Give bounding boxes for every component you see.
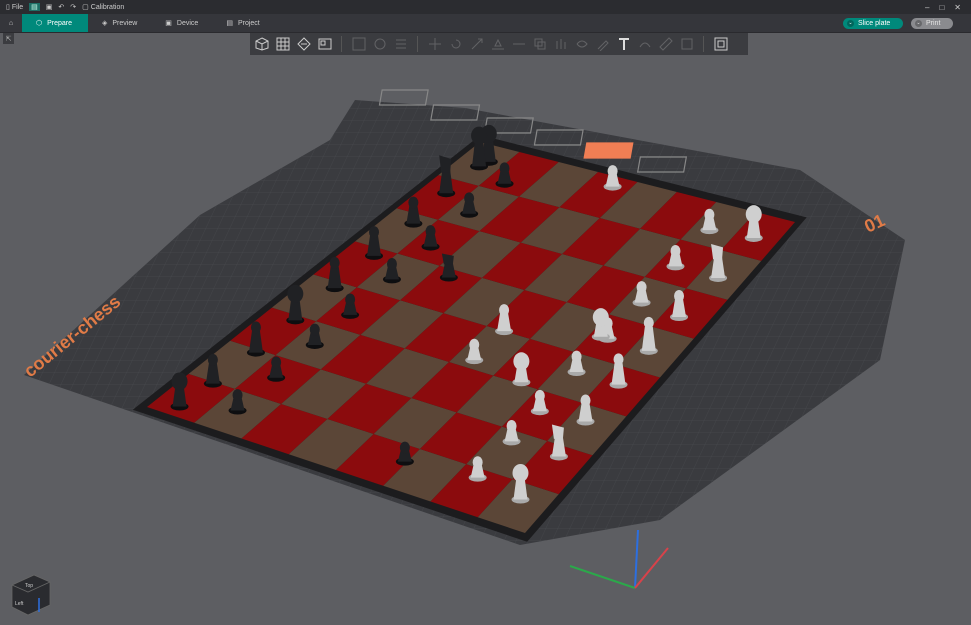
add-object-button[interactable] [252, 35, 271, 54]
support-icon [556, 39, 565, 49]
tab-device[interactable]: ▣ Device [151, 14, 212, 32]
save-icon[interactable]: ▣ [46, 3, 53, 11]
add-plate-button[interactable] [273, 35, 292, 54]
arrange-icon [318, 38, 331, 50]
measure-button[interactable] [656, 35, 675, 54]
split-icon [352, 37, 365, 51]
scale-button[interactable] [467, 35, 486, 54]
nav-cube-top-label: Top [25, 583, 33, 589]
axis-gizmo [569, 529, 669, 589]
tab-project-label: Project [237, 19, 260, 27]
mesh-boolean-button[interactable] [530, 35, 549, 54]
boolean-icon [534, 38, 545, 50]
calibration-icon: ▢ [82, 4, 89, 11]
assembly-view-button[interactable] [711, 35, 730, 54]
svg-icon [639, 42, 650, 48]
cube-add-icon [255, 37, 268, 51]
ruler-icon [658, 37, 673, 51]
home-button[interactable]: ⌂ [0, 14, 22, 32]
cut-icon [512, 43, 525, 45]
print-label: Print [926, 19, 941, 27]
color-paint-button[interactable] [593, 35, 612, 54]
move-button[interactable] [425, 35, 444, 54]
svg-button[interactable] [635, 35, 654, 54]
tab-prepare-label: Prepare [47, 19, 73, 27]
redo-icon[interactable]: ↷ [70, 3, 76, 11]
split-parts-button[interactable] [370, 35, 389, 54]
cube-icon: ⬡ [36, 20, 43, 27]
navigation-cube[interactable]: Top Left [11, 574, 51, 616]
tab-preview[interactable]: ◈ Preview [88, 14, 151, 32]
device-icon: ▣ [165, 20, 172, 27]
tab-preview-label: Preview [112, 19, 138, 27]
3d-viewport[interactable]: courier-chess 01 Top Left [0, 32, 971, 625]
assembly-button[interactable] [677, 35, 696, 54]
project-tree-icon[interactable]: ▤ [29, 3, 40, 11]
scale-icon [471, 38, 482, 50]
text-button[interactable] [614, 35, 633, 54]
assembly-view-icon [714, 37, 727, 51]
file-menu[interactable]: ▯ File [6, 3, 24, 12]
undo-icon[interactable]: ↶ [58, 3, 64, 11]
rotate-button[interactable] [446, 35, 465, 54]
calibration-menu[interactable]: ▢ Calibration [82, 3, 125, 12]
assembly-icon [681, 38, 692, 50]
expand-sidebar-button[interactable]: ⇱ [3, 33, 14, 44]
orient-icon [296, 37, 311, 51]
layers-icon: ◈ [102, 20, 108, 27]
toolbar-separator [417, 36, 418, 52]
file-icon: ▯ [6, 4, 10, 11]
arrange-button[interactable] [315, 35, 334, 54]
chevron-down-icon[interactable]: ⌄ [915, 19, 922, 27]
lay-on-face-icon [491, 38, 504, 50]
lay-on-face-button[interactable] [488, 35, 507, 54]
file-menu-label: File [11, 3, 24, 11]
main-tab-bar: ⌂ ⬡ Prepare ◈ Preview ▣ Device ▤ Project… [0, 14, 971, 33]
toolbar-separator [703, 36, 704, 52]
object-toolbar [250, 33, 748, 55]
project-icon: ▤ [226, 20, 233, 27]
close-button[interactable]: ✕ [954, 3, 961, 12]
auto-orient-button[interactable] [294, 35, 313, 54]
calibration-label: Calibration [90, 3, 125, 11]
slice-plate-button[interactable]: ⌄ Slice plate [843, 17, 903, 29]
toolbar-separator [341, 36, 342, 52]
split-parts-icon [374, 38, 385, 50]
minimize-button[interactable]: – [925, 3, 929, 12]
layer-height-icon [395, 39, 406, 49]
tab-prepare[interactable]: ⬡ Prepare [22, 14, 88, 32]
chevron-down-icon[interactable]: ⌄ [847, 19, 854, 27]
seam-paint-button[interactable] [572, 35, 591, 54]
title-bar: ▯ File ▤ ▣ ↶ ↷ ▢ Calibration – □ ✕ [0, 0, 971, 14]
brush-icon [597, 40, 609, 51]
print-button[interactable]: ⌄ Print [911, 17, 953, 29]
move-icon [428, 38, 441, 50]
tab-device-label: Device [176, 19, 199, 27]
expand-arrows-icon: ⇱ [5, 35, 12, 43]
tab-project[interactable]: ▤ Project [212, 14, 273, 32]
plate-settings-icon[interactable] [583, 142, 634, 159]
seam-icon [576, 40, 588, 48]
nav-cube-front-label: Left [15, 601, 24, 607]
slice-plate-label: Slice plate [858, 19, 891, 27]
home-icon: ⌂ [8, 19, 14, 27]
split-objects-button[interactable] [349, 35, 368, 54]
text-icon [618, 38, 629, 50]
grid-icon [276, 37, 289, 51]
maximize-button[interactable]: □ [939, 3, 944, 12]
rotate-icon [451, 39, 460, 49]
variable-layer-button[interactable] [391, 35, 410, 54]
cut-button[interactable] [509, 35, 528, 54]
support-paint-button[interactable] [551, 35, 570, 54]
